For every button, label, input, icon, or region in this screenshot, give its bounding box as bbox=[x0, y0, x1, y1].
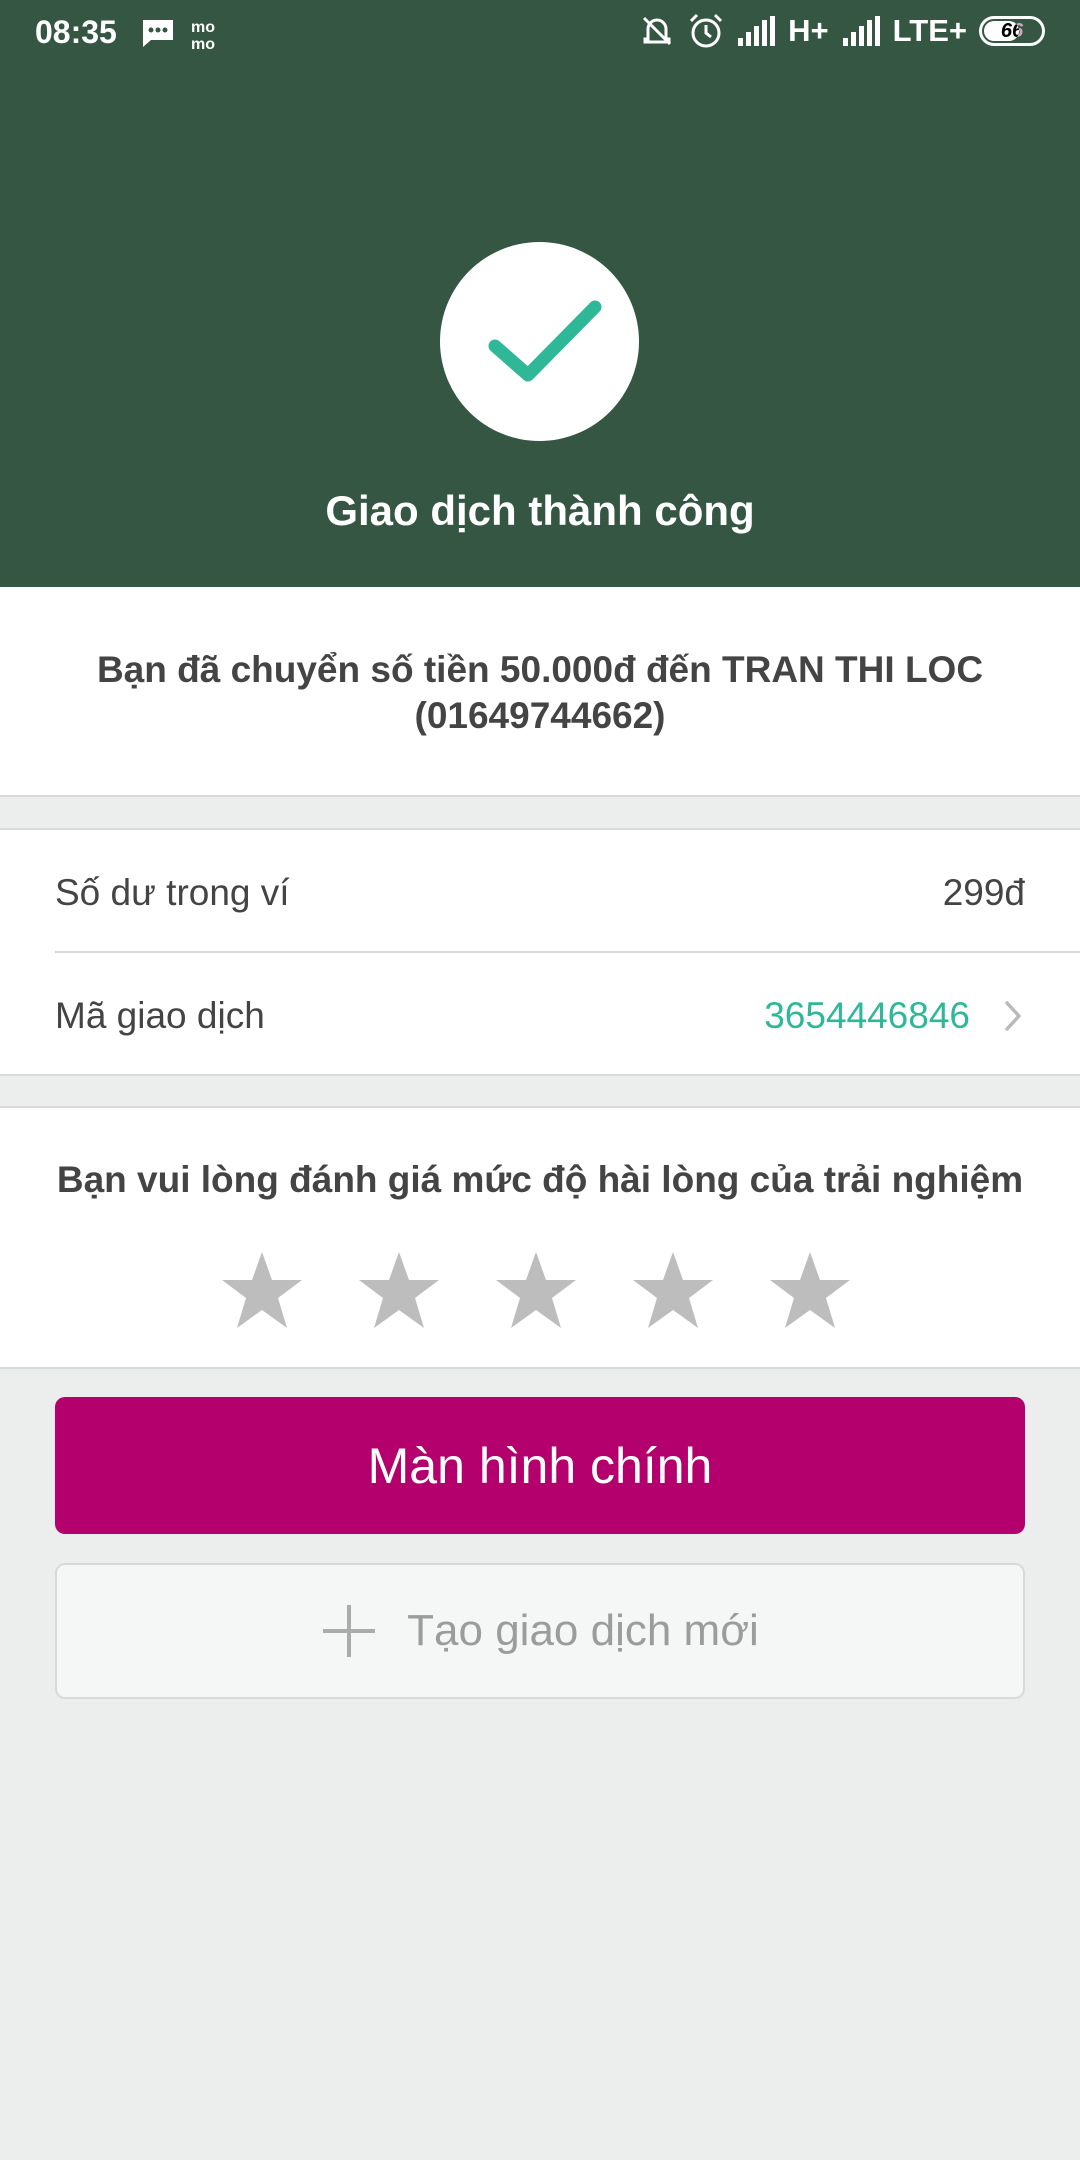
balance-label: Số dư trong ví bbox=[55, 872, 290, 913]
star-icon-4[interactable] bbox=[631, 1248, 715, 1332]
star-icon-2[interactable] bbox=[357, 1248, 441, 1332]
balance-row: Số dư trong ví 299đ bbox=[55, 830, 1080, 953]
star-icon-3[interactable] bbox=[494, 1248, 578, 1332]
transfer-summary-card: Bạn đã chuyển số tiền 50.000đ đến TRAN T… bbox=[0, 587, 1080, 797]
home-screen-button[interactable]: Màn hình chính bbox=[55, 1397, 1025, 1534]
svg-text:mo: mo bbox=[191, 36, 215, 51]
battery-level: 66 bbox=[1000, 19, 1024, 42]
star-icon-5[interactable] bbox=[768, 1248, 852, 1332]
star-icon-1[interactable] bbox=[220, 1248, 304, 1332]
svg-text:mo: mo bbox=[191, 19, 215, 36]
transaction-info-card: Số dư trong ví 299đ Mã giao dịch 3654446… bbox=[0, 828, 1080, 1076]
signal-icon bbox=[738, 16, 776, 46]
transaction-id-value[interactable]: 3654446846 bbox=[764, 995, 970, 1037]
signal-icon bbox=[842, 16, 880, 46]
network-type-2: LTE+ bbox=[892, 13, 967, 48]
check-icon bbox=[488, 300, 602, 382]
new-transaction-button[interactable]: Tạo giao dịch mới bbox=[55, 1563, 1025, 1699]
battery-icon: 66 bbox=[979, 16, 1045, 46]
new-transaction-button-label: Tạo giao dịch mới bbox=[407, 1606, 759, 1655]
rating-card: Bạn vui lòng đánh giá mức độ hài lòng củ… bbox=[0, 1106, 1080, 1369]
rating-prompt: Bạn vui lòng đánh giá mức độ hài lòng củ… bbox=[56, 1159, 1024, 1200]
home-screen-button-label: Màn hình chính bbox=[367, 1437, 713, 1494]
balance-value: 299đ bbox=[942, 872, 1025, 913]
status-indicators: H+ LTE+ 66 bbox=[638, 12, 1045, 50]
page-title: Giao dịch thành công bbox=[325, 487, 755, 534]
star-rating bbox=[220, 1248, 852, 1332]
mute-icon bbox=[643, 16, 672, 46]
alarm-icon bbox=[690, 13, 723, 48]
status-bar: 08:35 mo mo H+ LTE+ 66 bbox=[0, 0, 1080, 68]
transaction-id-row[interactable]: Mã giao dịch 3654446846 bbox=[55, 953, 1080, 1076]
momo-icon: mo mo bbox=[191, 19, 215, 51]
network-type-1: H+ bbox=[788, 13, 829, 48]
plus-icon bbox=[323, 1605, 376, 1657]
status-time: 08:35 bbox=[35, 14, 117, 50]
success-circle bbox=[440, 242, 639, 441]
header: 08:35 mo mo H+ LTE+ 66 Giao dịch thành c… bbox=[0, 0, 1080, 587]
chevron-right-icon[interactable] bbox=[1003, 999, 1023, 1033]
message-icon bbox=[143, 20, 173, 47]
transfer-summary-text: Bạn đã chuyển số tiền 50.000đ đến TRAN T… bbox=[96, 649, 984, 736]
transaction-id-label: Mã giao dịch bbox=[55, 995, 265, 1036]
